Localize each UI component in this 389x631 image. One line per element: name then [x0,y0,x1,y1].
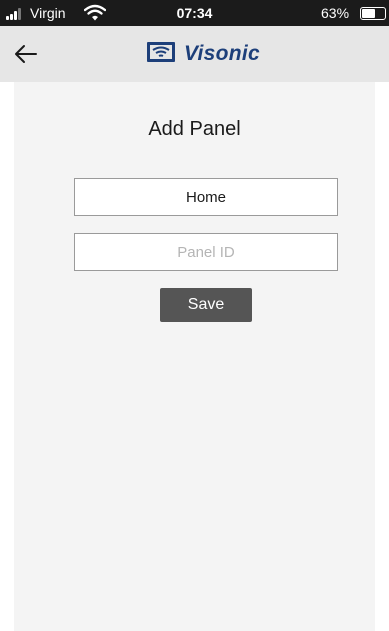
page-title: Add Panel [148,118,241,140]
battery-percent: 63% [321,5,350,21]
visonic-logo-icon [147,42,175,62]
panel-name-input[interactable] [74,178,338,216]
battery-icon [360,7,386,20]
arrow-left-icon [15,45,37,63]
nav-bar: Visonic [0,26,389,82]
status-bar: Virgin 07:34 63% [0,0,389,26]
panel-id-input[interactable] [74,233,338,271]
brand-name: Visonic [184,42,261,65]
save-button[interactable]: Save [160,288,252,322]
back-button[interactable] [4,34,48,74]
add-panel-form: Add Panel Save [14,82,375,631]
